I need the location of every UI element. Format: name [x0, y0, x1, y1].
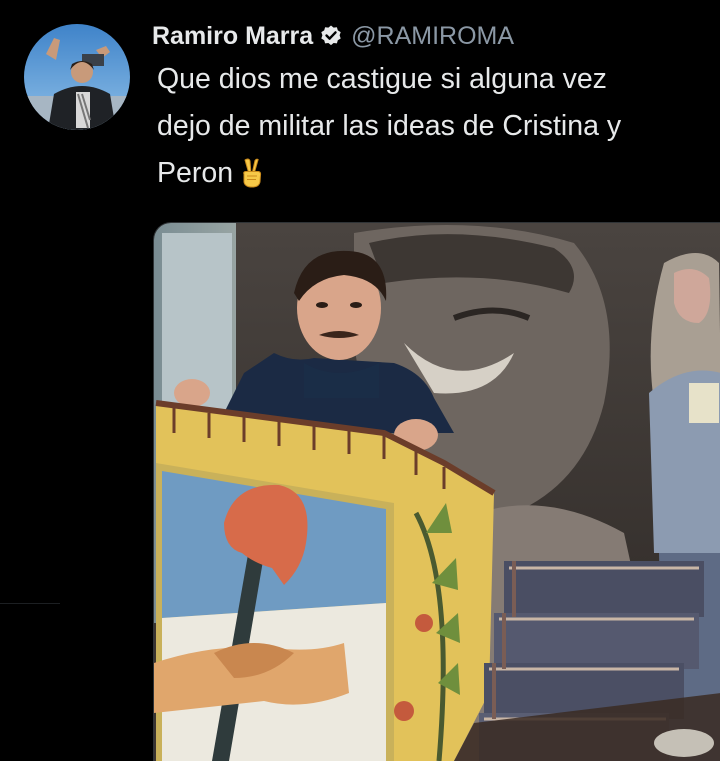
verified-badge-icon: [319, 24, 343, 48]
avatar[interactable]: [24, 24, 130, 130]
handle[interactable]: @RAMIROMA: [351, 22, 514, 51]
tweet: Ramiro Marra @RAMIROMA Que dios me casti…: [0, 0, 720, 761]
tweet-media-photo[interactable]: [153, 222, 720, 761]
tweet-text: Que dios me castigue si alguna vez dejo …: [157, 56, 717, 198]
victory-hand-icon: [239, 151, 265, 198]
display-name[interactable]: Ramiro Marra: [152, 22, 313, 51]
tweet-header: Ramiro Marra @RAMIROMA: [152, 20, 514, 52]
divider: [0, 603, 60, 604]
tweet-text-body: Que dios me castigue si alguna vez dejo …: [157, 63, 622, 189]
avatar-image: [24, 24, 130, 130]
photo: [154, 223, 720, 761]
